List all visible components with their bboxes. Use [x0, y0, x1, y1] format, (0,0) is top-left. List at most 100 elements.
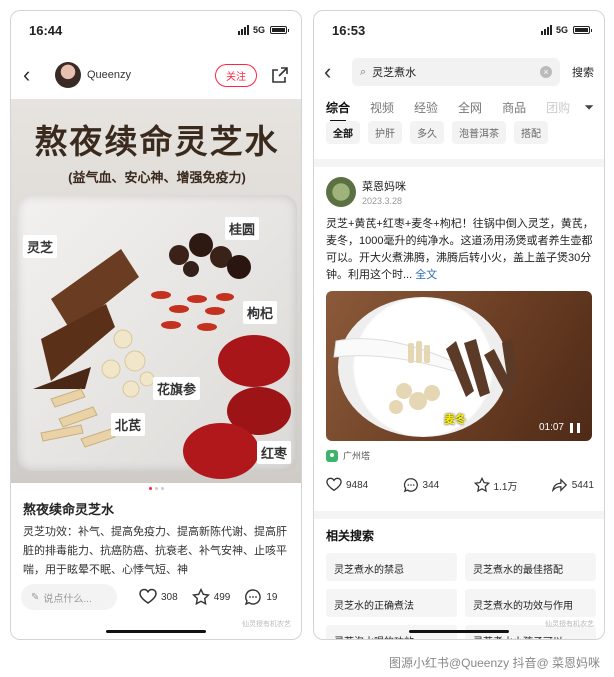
video-player[interactable]: 麦冬 01:07: [326, 291, 592, 441]
chip[interactable]: 泡普洱茶: [452, 121, 506, 144]
battery-icon: [573, 26, 592, 34]
share-button[interactable]: 5441: [551, 477, 594, 493]
battery-icon: [270, 26, 289, 34]
search-button[interactable]: 搜索: [572, 64, 594, 80]
tab-all[interactable]: 综合: [326, 99, 350, 122]
photo-title: 熬夜续命灵芝水: [34, 122, 280, 161]
network-label: 5G: [252, 25, 265, 35]
herb-label: 北芪: [111, 413, 146, 436]
post-text-body: 灵芝+黄芪+红枣+麦冬+枸杞！往锅中倒入灵芝，黄芪，麦冬，1000毫升的纯净水。…: [326, 218, 594, 281]
post-body: 灵芝功效：补气、提高免疫力、提高新陈代谢、提高肝脏的排毒能力、抗癌防癌、抗衰老、…: [23, 526, 287, 576]
star-count: 499: [213, 591, 231, 603]
pencil-icon: ✎: [31, 591, 40, 603]
status-time: 16:44: [29, 22, 63, 38]
tab-experience[interactable]: 经验: [414, 99, 438, 116]
location-name: 广州塔: [343, 451, 371, 461]
comment-button[interactable]: 344: [403, 477, 439, 493]
search-query: 灵芝煮水: [372, 67, 417, 79]
like-button[interactable]: 308: [139, 588, 178, 606]
heart-icon: [139, 588, 157, 604]
result-author[interactable]: 菜恩妈咪 2023.3.28: [326, 177, 406, 207]
video-time: 01:07: [538, 422, 564, 433]
like-count: 9484: [346, 479, 369, 491]
engagement-bar: ✎ 说点什么... 308 499 19: [21, 583, 293, 611]
photo-subtitle: (益气血、安心神、增强免疫力): [68, 170, 246, 185]
image-credit: 图源小红书@Queenzy 抖音@ 菜恩妈咪: [388, 656, 600, 670]
related-search-item[interactable]: 灵芝煮水的最佳搭配: [465, 553, 596, 581]
tab-video[interactable]: 视频: [370, 99, 394, 116]
like-count: 308: [161, 591, 178, 603]
status-bar: 16:44 5G: [11, 11, 301, 49]
comment-icon: [403, 478, 418, 493]
star-icon: [191, 588, 210, 606]
author-name[interactable]: Queenzy: [87, 69, 215, 81]
back-icon[interactable]: ‹: [23, 64, 41, 86]
status-bar: 16:53 5G: [314, 11, 604, 49]
signal-icon: [540, 25, 552, 35]
engagement-bar: 9484 344 1.1万 5441: [326, 477, 594, 493]
related-search-item[interactable]: 灵芝煮水的禁忌: [326, 553, 457, 581]
comment-input[interactable]: ✎ 说点什么...: [21, 584, 117, 610]
related-search-item[interactable]: 灵芝水的正确煮法: [326, 589, 457, 617]
location-tag[interactable]: 广州塔: [326, 449, 370, 462]
location-icon: [326, 449, 338, 462]
status-time: 16:53: [332, 22, 366, 38]
network-label: 5G: [555, 25, 568, 35]
star-button[interactable]: 1.1万: [473, 477, 518, 493]
filter-chips: 全部 护肝 多久 泡普洱茶 搭配: [326, 121, 548, 144]
star-icon: [473, 477, 490, 493]
chip[interactable]: 搭配: [514, 121, 548, 144]
search-icon: ⌕: [360, 65, 367, 78]
share-icon: [551, 478, 567, 493]
search-input[interactable]: ⌕ 灵芝煮水 ×: [352, 58, 560, 86]
result-tabs: 综合 视频 经验 全网 商品 团购 ⏷: [314, 93, 604, 122]
author-name: 菜恩妈咪: [362, 181, 406, 193]
back-icon[interactable]: ‹: [324, 61, 342, 83]
pause-icon[interactable]: [570, 423, 580, 433]
watermark: 仙灵授有机农艺: [545, 621, 594, 628]
like-button[interactable]: 9484: [326, 477, 368, 493]
comment-button[interactable]: 19: [244, 588, 278, 606]
left-phone-screen: 16:44 5G ‹ Queenzy 关注 熬夜续命灵芝水 (益气血、安心神、增…: [10, 10, 302, 640]
comment-icon: [245, 589, 262, 606]
post-photo[interactable]: 熬夜续命灵芝水 (益气血、安心神、增强免疫力) 灵芝 桂圆 枸杞 花旗参 北芪 …: [11, 99, 301, 483]
herb-label: 红枣: [257, 441, 292, 464]
post-text[interactable]: 灵芝+黄芪+红枣+麦冬+枸杞！往锅中倒入灵芝，黄芪，麦冬，1000毫升的纯净水。…: [326, 216, 594, 284]
comment-placeholder: 说点什么...: [43, 593, 92, 605]
post-header: ‹ Queenzy 关注: [11, 55, 301, 95]
star-button[interactable]: 499: [191, 588, 231, 606]
tab-group-buy[interactable]: 团购: [546, 99, 570, 116]
tab-web[interactable]: 全网: [458, 99, 482, 116]
herb-label: 花旗参: [153, 377, 201, 400]
related-search-item[interactable]: 灵芝煮水的功效与作用: [465, 589, 596, 617]
avatar[interactable]: [55, 62, 81, 88]
follow-button[interactable]: 关注: [215, 63, 257, 87]
share-icon[interactable]: [271, 66, 289, 84]
post-title: 熬夜续命灵芝水: [23, 502, 115, 517]
avatar[interactable]: [326, 177, 356, 207]
heart-icon: [326, 477, 342, 492]
carousel-dots: [11, 487, 301, 490]
related-searches-title: 相关搜索: [326, 529, 375, 543]
home-indicator: [409, 630, 509, 633]
divider: [314, 511, 604, 519]
chip[interactable]: 护肝: [368, 121, 402, 144]
read-more-link[interactable]: 全文: [415, 269, 437, 281]
herb-label: 桂圆: [225, 217, 260, 240]
right-phone-screen: 16:53 5G ‹ ⌕ 灵芝煮水 × 搜索 综合 视频 经验 全网 商品 团购…: [313, 10, 605, 640]
post-date: 2023.3.28: [362, 196, 403, 206]
clear-icon[interactable]: ×: [540, 66, 552, 78]
watermark: 仙灵授有机农艺: [242, 621, 291, 628]
video-caption: 麦冬: [444, 414, 466, 426]
divider: [314, 159, 604, 167]
comment-count: 19: [266, 591, 278, 603]
search-bar: ‹ ⌕ 灵芝煮水 × 搜索: [314, 55, 604, 89]
star-count: 1.1万: [493, 481, 518, 493]
herb-label: 枸杞: [243, 301, 278, 324]
herb-label: 灵芝: [23, 235, 58, 258]
tab-products[interactable]: 商品: [502, 99, 526, 116]
chip[interactable]: 全部: [326, 121, 360, 144]
filter-icon[interactable]: ⏷: [584, 100, 594, 115]
signal-icon: [237, 25, 249, 35]
chip[interactable]: 多久: [410, 121, 444, 144]
